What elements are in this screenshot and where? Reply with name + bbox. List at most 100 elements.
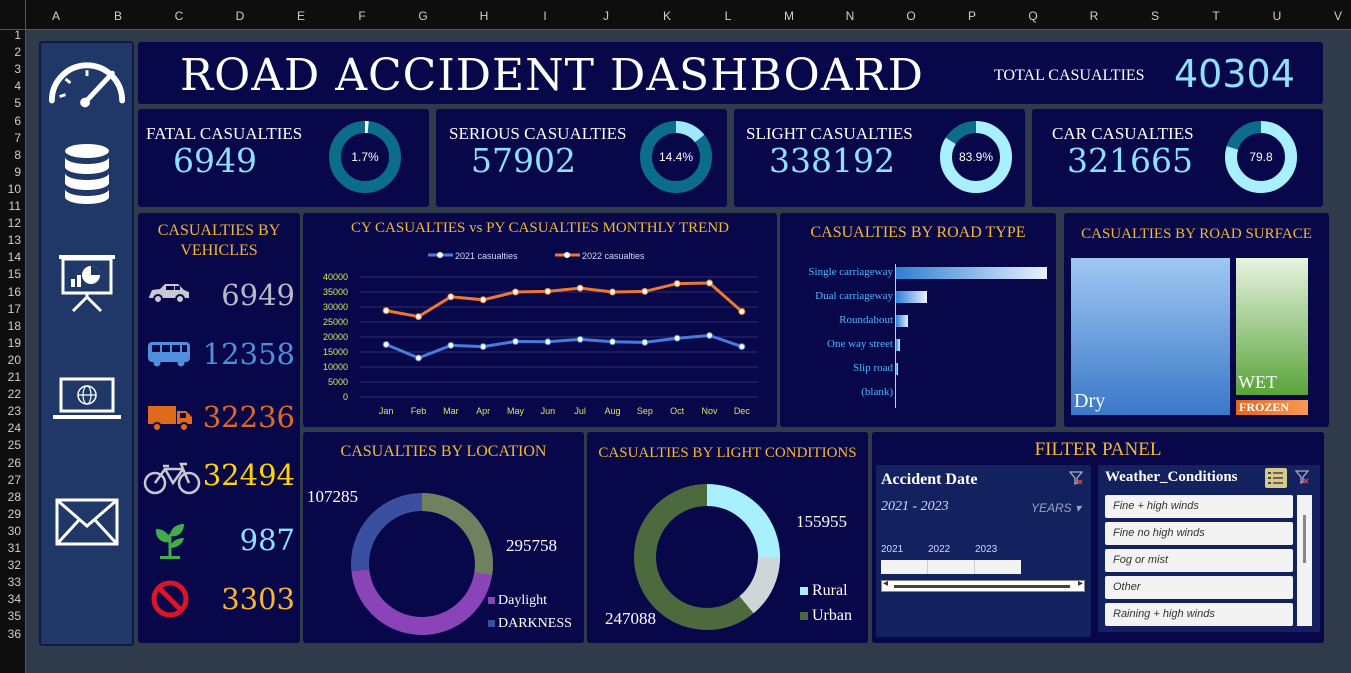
clear-filter-icon[interactable]: [1068, 471, 1084, 489]
column-header[interactable]: J: [603, 9, 609, 23]
road-type-bar[interactable]: [896, 339, 901, 351]
multi-select-icon[interactable]: [1265, 468, 1287, 488]
column-header[interactable]: M: [784, 9, 794, 23]
column-header[interactable]: U: [1273, 9, 1282, 23]
weather-option[interactable]: Raining + high winds: [1105, 603, 1293, 626]
column-header-bar[interactable]: A B C D E F G H I J K L M N O P Q R S T U V: [26, 0, 1351, 30]
row-header[interactable]: 10: [8, 182, 21, 196]
row-header[interactable]: 30: [8, 524, 21, 538]
column-header[interactable]: V: [1334, 9, 1342, 23]
row-header[interactable]: 5: [14, 96, 21, 110]
column-header[interactable]: N: [846, 9, 855, 23]
scroll-right-icon[interactable]: ▸: [1078, 578, 1083, 589]
row-header[interactable]: 9: [14, 165, 21, 179]
road-type-bar[interactable]: [896, 363, 899, 375]
road-type-bar[interactable]: [896, 267, 1047, 279]
speedometer-icon[interactable]: [46, 51, 128, 109]
column-header[interactable]: P: [968, 9, 976, 23]
road-type-bar[interactable]: [896, 291, 928, 303]
row-header[interactable]: 19: [8, 336, 21, 350]
row-header[interactable]: 11: [9, 199, 21, 213]
row-header[interactable]: 21: [8, 370, 21, 384]
row-header[interactable]: 33: [8, 575, 21, 589]
laptop-globe-icon[interactable]: [46, 377, 128, 421]
location-donut[interactable]: [340, 482, 504, 646]
road-type-bar[interactable]: [896, 315, 909, 327]
surface-wet-tile[interactable]: WET: [1236, 258, 1308, 395]
presentation-icon[interactable]: [46, 253, 128, 313]
row-header[interactable]: 7: [14, 131, 21, 145]
row-header[interactable]: 4: [14, 79, 21, 93]
bicycle-icon: [143, 461, 201, 500]
row-header-bar[interactable]: 1 2 3 4 5 6 7 8 9 10 11 12 13 14 15 16 17 18 19 20 21 22 23 24 2…: [0, 28, 26, 673]
column-header[interactable]: H: [480, 9, 489, 23]
row-header[interactable]: 31: [8, 541, 21, 555]
row-header[interactable]: 15: [8, 267, 21, 281]
row-header[interactable]: 6: [14, 114, 21, 128]
row-header[interactable]: 3: [14, 62, 21, 76]
row-header[interactable]: 17: [8, 302, 21, 316]
row-header[interactable]: 1: [14, 28, 21, 42]
location-title: CASUALTIES BY LOCATION: [340, 443, 547, 460]
column-header[interactable]: L: [725, 9, 732, 23]
row-header[interactable]: 27: [8, 473, 21, 487]
column-header[interactable]: F: [358, 9, 365, 23]
weather-option[interactable]: Fine no high winds: [1105, 522, 1293, 545]
column-header[interactable]: R: [1090, 9, 1099, 23]
row-header[interactable]: 35: [8, 609, 21, 623]
column-header[interactable]: O: [906, 9, 915, 23]
clear-filter-icon[interactable]: [1294, 470, 1310, 489]
surface-dry-tile[interactable]: Dry: [1071, 258, 1230, 415]
trend-chart[interactable]: 2021 casualties 2022 casualties 40000 35000…: [303, 240, 777, 425]
row-header[interactable]: 34: [8, 592, 21, 606]
row-header[interactable]: 24: [8, 421, 21, 435]
series-line-2022-casualties: [385, 281, 743, 319]
row-header[interactable]: 2: [14, 45, 21, 59]
row-header[interactable]: 23: [8, 404, 21, 418]
column-header[interactable]: K: [663, 9, 671, 23]
y-tick-label: 20000: [323, 332, 348, 342]
date-unit-dropdown[interactable]: YEARS ▾: [1031, 501, 1081, 515]
row-header[interactable]: 20: [8, 353, 21, 367]
column-header[interactable]: A: [52, 9, 60, 23]
row-header[interactable]: 36: [8, 627, 21, 641]
row-header[interactable]: 29: [8, 507, 21, 521]
row-header[interactable]: 25: [8, 438, 21, 452]
data-point: [576, 284, 584, 292]
vehicles-title-1: CASUALTIES BY: [157, 222, 281, 239]
column-header[interactable]: D: [236, 9, 245, 23]
column-header[interactable]: B: [114, 9, 122, 23]
scroll-left-icon[interactable]: ◂: [883, 578, 888, 589]
row-header[interactable]: 18: [8, 319, 21, 333]
column-header[interactable]: Q: [1028, 9, 1037, 23]
x-tick-label: Nov: [701, 406, 718, 416]
envelope-icon[interactable]: [46, 498, 128, 546]
row-header[interactable]: 12: [8, 216, 21, 230]
select-all-corner[interactable]: [0, 0, 26, 30]
timeline-bar[interactable]: [881, 560, 1021, 574]
row-header[interactable]: 32: [8, 558, 21, 572]
data-point: [738, 308, 746, 315]
row-header[interactable]: 8: [14, 148, 21, 162]
weather-option[interactable]: Other: [1105, 576, 1293, 599]
weather-scrollbar[interactable]: [1297, 495, 1312, 626]
column-header[interactable]: I: [543, 9, 546, 23]
row-header[interactable]: 26: [8, 456, 21, 470]
weather-option[interactable]: Fog or mist: [1105, 549, 1293, 572]
row-header[interactable]: 14: [8, 250, 21, 264]
database-icon[interactable]: [46, 143, 128, 205]
weather-option[interactable]: Fine + high winds: [1105, 495, 1293, 518]
row-header[interactable]: 22: [8, 387, 21, 401]
data-point: [641, 338, 649, 346]
data-point: [576, 335, 584, 343]
column-header[interactable]: G: [418, 9, 427, 23]
row-header[interactable]: 13: [8, 233, 21, 247]
row-header[interactable]: 28: [8, 490, 21, 504]
column-header[interactable]: S: [1151, 9, 1159, 23]
column-header[interactable]: T: [1212, 9, 1219, 23]
surface-frozen-tile[interactable]: FROZEN: [1236, 400, 1308, 415]
column-header[interactable]: C: [175, 9, 184, 23]
row-header[interactable]: 16: [8, 285, 21, 299]
timeline-scrollbar[interactable]: ◂ ▸: [881, 578, 1085, 592]
column-header[interactable]: E: [297, 9, 305, 23]
